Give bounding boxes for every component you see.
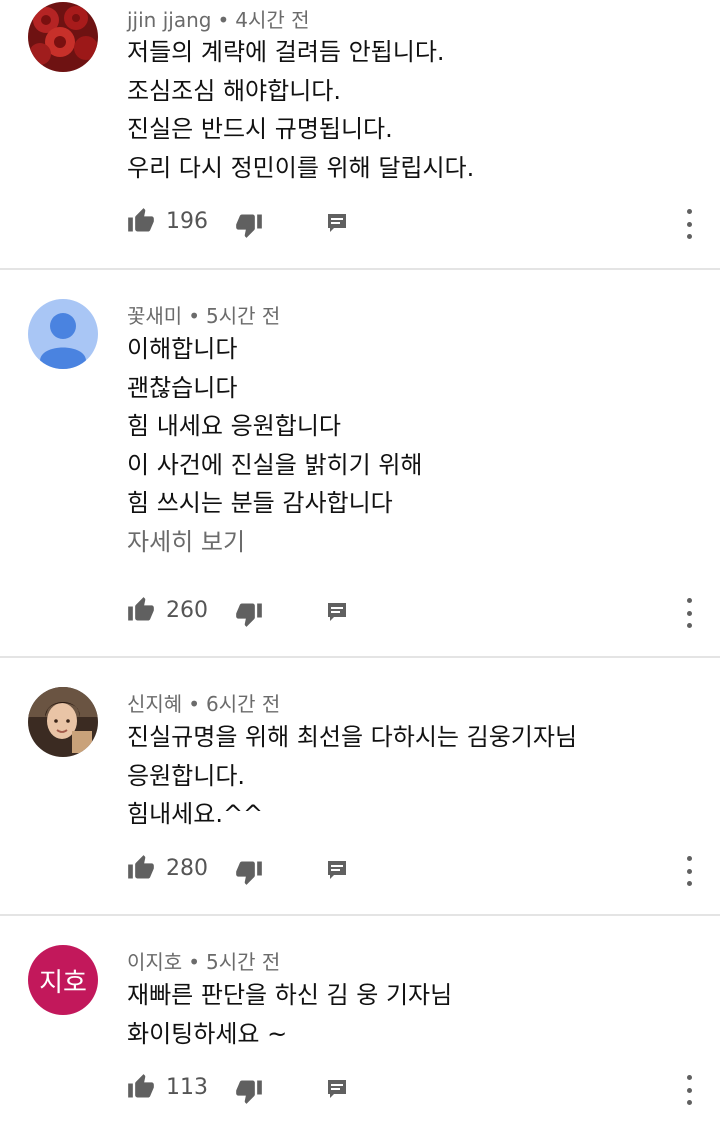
dislike-button[interactable]: [235, 858, 263, 886]
comment-line: 조심조심 해야합니다.: [127, 76, 341, 105]
comment-time: 5시간 전: [206, 304, 281, 328]
comment-meta: jjin jjang • 4시간 전: [127, 8, 310, 32]
more-options-button[interactable]: [683, 1075, 695, 1105]
comment-meta: 신지혜 • 6시간 전: [127, 692, 281, 716]
comment-line: 이 사건에 진실을 밝히기 위해: [127, 450, 423, 479]
divider: [0, 914, 720, 916]
comment-body: 재빠른 판단을 하신 김 웅 기자님 화이팅하세요 ~: [127, 976, 452, 1053]
reply-button[interactable]: [325, 600, 349, 624]
like-button[interactable]: 196: [127, 207, 208, 235]
avatar-initials: 지호: [39, 967, 87, 998]
like-count: 280: [166, 855, 208, 881]
comment-body: 저들의 계략에 걸려듬 안됩니다. 조심조심 해야합니다. 진실은 반드시 규명…: [127, 33, 474, 187]
kebab-dot-icon: [686, 209, 692, 214]
comment-body: 진실규명을 위해 최선을 다하시는 김웅기자님 응원합니다. 힘내세요.^^: [127, 718, 577, 834]
comment-line: 이해합니다: [127, 335, 238, 363]
dislike-button[interactable]: [235, 600, 263, 628]
like-button[interactable]: 280: [127, 854, 208, 882]
reply-icon: [325, 858, 349, 882]
comment-time: 5시간 전: [206, 950, 281, 974]
person-photo-avatar[interactable]: [28, 687, 98, 757]
kebab-dot-icon: [686, 1075, 692, 1080]
person-icon: [40, 313, 86, 369]
comment-actions: 280: [127, 854, 707, 890]
like-count: 113: [166, 1074, 208, 1100]
comment-actions: 196: [127, 207, 707, 243]
comment-line: 재빠른 판단을 하신 김 웅 기자님: [127, 981, 453, 1009]
comment-line: 힘 쓰시는 분들 감사합니다: [127, 489, 393, 517]
like-button[interactable]: 260: [127, 596, 208, 624]
like-count: 196: [166, 208, 208, 234]
comment-time: 4시간 전: [235, 8, 310, 32]
divider: [0, 268, 720, 270]
kebab-dot-icon: [686, 598, 692, 603]
divider: [0, 656, 720, 658]
comment-line: 응원합니다.: [127, 761, 246, 790]
more-options-button[interactable]: [683, 209, 695, 239]
author-name[interactable]: 신지혜: [127, 692, 182, 716]
reply-button[interactable]: [325, 1077, 349, 1101]
comment-line: 진실규명을 위해 최선을 다하시는 김웅기자님: [127, 723, 578, 751]
author-name[interactable]: 이지호: [127, 950, 182, 974]
comment-meta: 이지호 • 5시간 전: [127, 950, 281, 974]
reply-button[interactable]: [325, 858, 349, 882]
comment-actions: 260: [127, 596, 707, 632]
dislike-button[interactable]: [235, 211, 263, 239]
rose-photo-avatar[interactable]: [28, 2, 98, 72]
default-person-avatar[interactable]: [28, 299, 98, 369]
more-options-button[interactable]: [683, 598, 695, 628]
author-name[interactable]: jjin jjang: [127, 8, 211, 32]
thumb-down-icon: [235, 600, 263, 628]
comment-line: 화이팅하세요 ~: [127, 1019, 288, 1048]
comment-line: 괜찮습니다: [127, 373, 238, 402]
kebab-dot-icon: [686, 856, 692, 861]
thumb-up-icon: [127, 596, 155, 624]
read-more-link[interactable]: 자세히 보기: [127, 523, 422, 562]
comment-line: 힘내세요.^^: [127, 800, 264, 828]
reply-icon: [325, 1077, 349, 1101]
comment-time: 6시간 전: [206, 692, 281, 716]
thumb-up-icon: [127, 207, 155, 235]
comment-body: 이해합니다 괜찮습니다 힘 내세요 응원합니다 이 사건에 진실을 밝히기 위해…: [127, 330, 422, 561]
thumb-down-icon: [235, 858, 263, 886]
comment-line: 우리 다시 정민이를 위해 달립시다.: [127, 153, 475, 182]
more-options-button[interactable]: [683, 856, 695, 886]
thumb-down-icon: [235, 211, 263, 239]
comment-line: 힘 내세요 응원합니다: [127, 412, 341, 440]
reply-button[interactable]: [325, 211, 349, 235]
comment-actions: 113: [127, 1073, 707, 1109]
dislike-button[interactable]: [235, 1077, 263, 1105]
author-name[interactable]: 꽃새미: [127, 304, 182, 328]
comment-line: 진실은 반드시 규명됩니다.: [127, 115, 393, 143]
like-count: 260: [166, 597, 208, 623]
reply-icon: [325, 211, 349, 235]
thumb-down-icon: [235, 1077, 263, 1105]
thumb-up-icon: [127, 854, 155, 882]
reply-icon: [325, 600, 349, 624]
like-button[interactable]: 113: [127, 1073, 208, 1101]
comment-line: 저들의 계략에 걸려듬 안됩니다.: [127, 38, 445, 66]
thumb-up-icon: [127, 1073, 155, 1101]
initials-avatar[interactable]: 지호: [28, 945, 98, 1015]
comment-meta: 꽃새미 • 5시간 전: [127, 304, 281, 328]
